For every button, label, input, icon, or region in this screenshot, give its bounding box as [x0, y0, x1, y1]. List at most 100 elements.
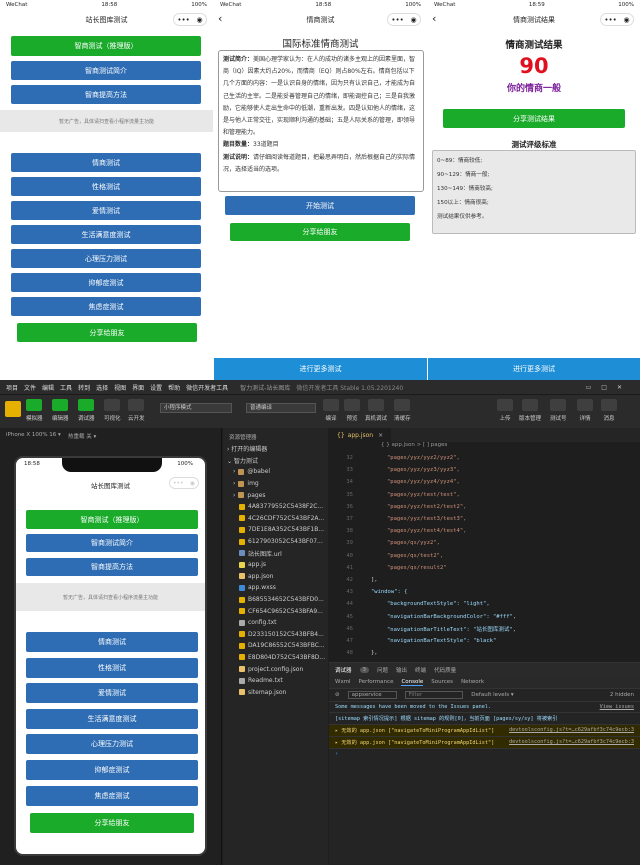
personality-test-button[interactable]: 性格测试 — [11, 177, 201, 196]
menu-interface[interactable]: 界面 — [132, 383, 144, 392]
levels-select[interactable]: Default levels ▾ — [471, 692, 513, 698]
source-link[interactable]: devtoolsconfig.js?t=…c629afbf3c74c9ecb:3 — [509, 727, 634, 734]
tab-sources[interactable]: Sources — [431, 679, 453, 685]
file-item[interactable]: DA19C86552C543BFBC... — [223, 640, 328, 652]
tab-wxml[interactable]: Wxml — [335, 679, 351, 685]
life-satisfaction-button[interactable]: 生活满意度测试 — [26, 709, 198, 729]
stress-test-button[interactable]: 心理压力测试 — [11, 249, 201, 268]
filter-input[interactable]: Filter — [404, 691, 464, 699]
depression-test-button[interactable]: 抑郁症测试 — [11, 273, 201, 292]
tab-app-json[interactable]: {} app.json × — [329, 428, 392, 442]
file-item[interactable]: › img — [223, 478, 328, 490]
messages-button[interactable]: 消息 — [601, 399, 617, 422]
anxiety-test-button[interactable]: 焦虑症测试 — [26, 786, 198, 806]
device-select[interactable]: iPhone X 100% 16 ▾ — [6, 432, 61, 438]
file-item[interactable]: app.wxss — [223, 582, 328, 594]
simulator-toggle[interactable]: 模拟器 — [26, 399, 43, 422]
file-item[interactable]: 4C26CDF752C543BF2A... — [223, 513, 328, 525]
clear-icon[interactable]: ⊘ — [335, 692, 340, 698]
hot-reload[interactable]: 热重载 关 ▾ — [68, 432, 96, 440]
file-item[interactable]: CF654C9652C543BFA9... — [223, 605, 328, 617]
menu-view[interactable]: 视图 — [114, 383, 126, 392]
file-item[interactable]: sitemap.json — [223, 686, 328, 698]
back-icon[interactable]: ‹ — [218, 12, 222, 25]
personality-test-button[interactable]: 性格测试 — [26, 658, 198, 678]
tab-console[interactable]: Console — [401, 679, 424, 686]
menu-tools[interactable]: 工具 — [60, 383, 72, 392]
menu-file[interactable]: 文件 — [24, 383, 36, 392]
file-item[interactable]: › pages — [223, 489, 328, 501]
share-button[interactable]: 分享给朋友 — [17, 323, 197, 342]
file-item[interactable]: 4A83779552C5438F2C... — [223, 501, 328, 513]
close-icon[interactable]: ◉ — [197, 16, 203, 24]
clear-cache-button[interactable]: 清缓存 — [394, 399, 411, 422]
debugger-toggle[interactable]: 调试器 — [78, 399, 95, 422]
open-editors[interactable]: › 打开的编辑器 — [223, 443, 328, 455]
close-icon[interactable]: × — [378, 432, 383, 439]
file-item[interactable]: › @babel — [223, 466, 328, 478]
menu-edit[interactable]: 编辑 — [42, 383, 54, 392]
avatar[interactable] — [5, 401, 21, 417]
tab-terminal[interactable]: 终端 — [415, 666, 426, 674]
start-test-button[interactable]: 开始测试 — [225, 196, 415, 215]
more-icon[interactable]: ••• — [177, 16, 189, 24]
tab-output[interactable]: 输出 — [396, 666, 407, 674]
tab-debugger[interactable]: 调试器 — [335, 666, 352, 674]
iq-improve-button[interactable]: 智商提高方法 — [11, 85, 201, 104]
tab-problems[interactable]: 问题 — [377, 666, 388, 674]
source-link[interactable]: devtoolsconfig.js?t=…c629afbf3c74c9ecb:3 — [509, 739, 634, 746]
iq-test-button[interactable]: 智商测试（推理版） — [26, 510, 198, 529]
menu-settings[interactable]: 设置 — [150, 383, 162, 392]
visual-toggle[interactable]: 可视化 — [104, 399, 121, 422]
capsule[interactable]: ••• ◉ — [173, 13, 207, 26]
details-button[interactable]: 详情 — [577, 399, 593, 422]
file-item[interactable]: config.txt — [223, 617, 328, 629]
remote-debug-button[interactable]: 真机调试 — [365, 399, 387, 422]
menu-goto[interactable]: 转到 — [78, 383, 90, 392]
eq-test-button[interactable]: 情商测试 — [26, 632, 198, 652]
file-item[interactable]: app.json — [223, 571, 328, 583]
iq-improve-button[interactable]: 智商提高方法 — [26, 558, 198, 576]
share-button[interactable]: 分享给朋友 — [30, 813, 194, 833]
iq-intro-button[interactable]: 智商测试简介 — [26, 534, 198, 552]
file-item[interactable]: project.config.json — [223, 663, 328, 675]
stress-test-button[interactable]: 心理压力测试 — [26, 734, 198, 754]
source-link[interactable]: View issues — [600, 704, 634, 710]
menu-devtools[interactable]: 微信开发者工具 — [186, 383, 228, 392]
tab-performance[interactable]: Performance — [359, 679, 394, 685]
share-button[interactable]: 分享给朋友 — [230, 223, 410, 241]
capsule[interactable]: ••• ◉ — [387, 13, 421, 26]
more-icon[interactable]: ••• — [391, 16, 403, 24]
file-item[interactable]: E8D804D752C543BF8D... — [223, 652, 328, 664]
more-tests-bar[interactable]: 进行更多测试 — [214, 358, 427, 380]
compile-button[interactable]: 编译 — [323, 399, 339, 422]
code-editor[interactable]: {} app.json × { } app.json > [ ] pages 32 "… — [329, 428, 640, 700]
file-item[interactable]: app.js — [223, 559, 328, 571]
close-icon[interactable]: ◉ — [624, 16, 630, 24]
more-tests-bar[interactable]: 进行更多测试 — [428, 358, 640, 380]
project-root[interactable]: ⌄ 智力测试 — [223, 455, 328, 467]
tab-code-quality[interactable]: 代码质量 — [434, 666, 456, 674]
compile-select[interactable]: 普通编译 — [246, 403, 316, 413]
tab-network[interactable]: Network — [461, 679, 484, 685]
more-icon[interactable]: ••• — [604, 16, 616, 24]
file-item[interactable]: B685534652C543BFD0... — [223, 594, 328, 606]
file-item[interactable]: 7DE1E8A352C543BF1B... — [223, 524, 328, 536]
close-icon[interactable]: ◉ — [411, 16, 417, 24]
file-item[interactable]: D233150152C543BFB4... — [223, 629, 328, 641]
love-test-button[interactable]: 爱情测试 — [11, 201, 201, 220]
sim-capsule[interactable]: ••• ◉ — [169, 477, 199, 489]
life-satisfaction-button[interactable]: 生活满意度测试 — [11, 225, 201, 244]
menu-select[interactable]: 选择 — [96, 383, 108, 392]
iq-intro-button[interactable]: 智商测试简介 — [11, 61, 201, 80]
iq-test-button[interactable]: 智商测试（推理版） — [11, 36, 201, 56]
eq-test-button[interactable]: 情商测试 — [11, 153, 201, 172]
file-item[interactable]: Readme.txt — [223, 675, 328, 687]
depression-test-button[interactable]: 抑郁症测试 — [26, 760, 198, 780]
anxiety-test-button[interactable]: 焦虑症测试 — [11, 297, 201, 316]
test-account-button[interactable]: 测试号 — [550, 399, 567, 422]
menu-project[interactable]: 项目 — [6, 383, 18, 392]
menu-help[interactable]: 帮助 — [168, 383, 180, 392]
cloud-toggle[interactable]: 云开发 — [128, 399, 145, 422]
version-button[interactable]: 版本管理 — [519, 399, 541, 422]
